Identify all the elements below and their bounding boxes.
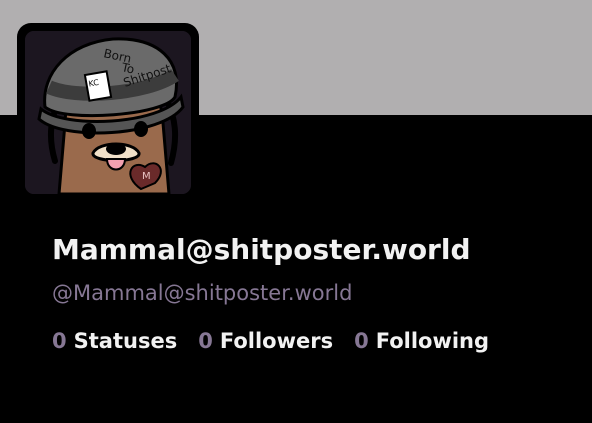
following-label: Following [375,329,490,353]
following-link[interactable]: 0 Following [354,329,489,353]
profile-stats: 0 Statuses 0 Followers 0 Following [52,329,489,353]
profile-card: Born To Shitpost KC M Mammal@shitposter.… [0,0,592,423]
statuses-count: 0 [52,329,67,353]
following-count: 0 [354,329,369,353]
followers-count: 0 [198,329,213,353]
account-handle: @Mammal@shitposter.world [52,281,353,305]
helmet-patch-text: KC [88,78,100,89]
statuses-link[interactable]: 0 Statuses [52,329,177,353]
heart-text: M [142,171,151,182]
mole-with-helmet-avatar-icon: Born To Shitpost KC M [25,31,191,194]
followers-label: Followers [219,329,334,353]
avatar-frame: Born To Shitpost KC M [17,23,199,202]
statuses-label: Statuses [73,329,178,353]
avatar[interactable]: Born To Shitpost KC M [25,31,191,194]
display-name: Mammal@shitposter.world [52,233,471,266]
followers-link[interactable]: 0 Followers [198,329,333,353]
